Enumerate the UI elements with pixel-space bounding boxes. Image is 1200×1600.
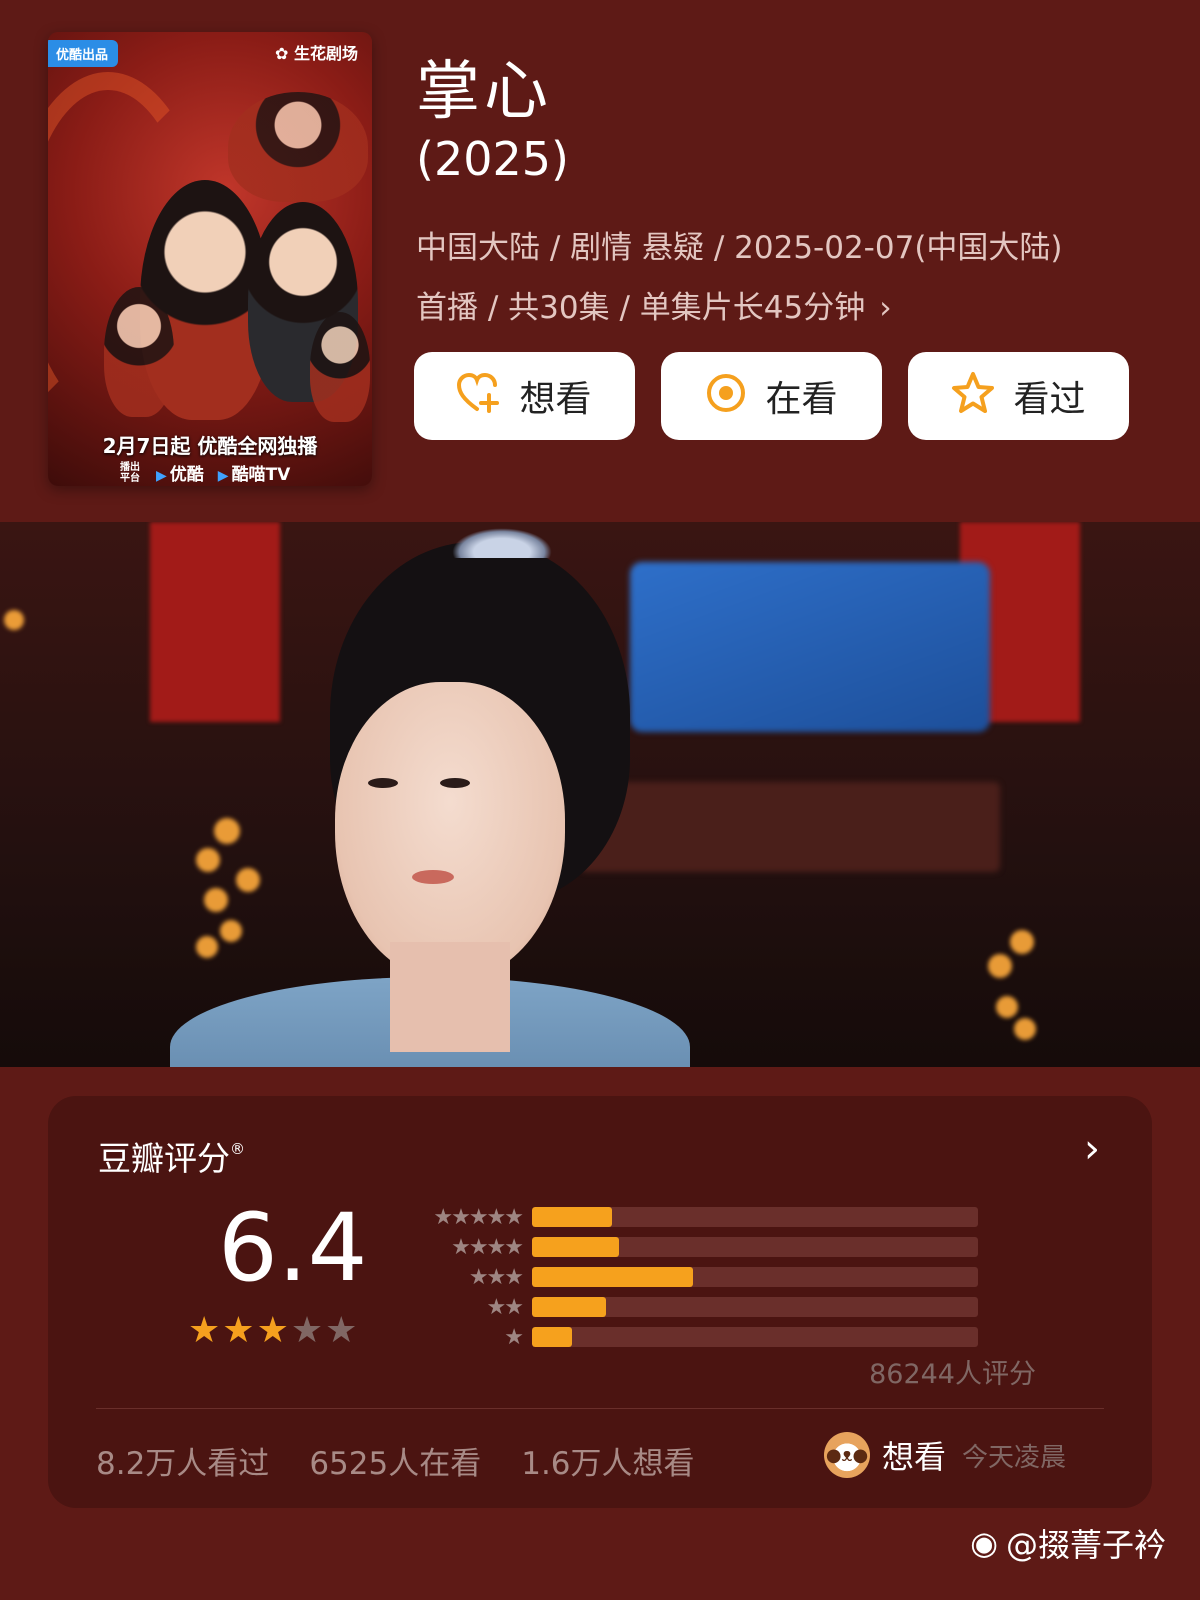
rating-bar-row: ★★ <box>414 1292 978 1322</box>
poster-platform-label: 播出平台 <box>120 461 140 484</box>
registered-mark: ® <box>230 1140 245 1158</box>
star-filled-icon: ★ <box>222 1310 257 1351</box>
rating-heading: 豆瓣评分® <box>98 1139 245 1178</box>
movie-detail-page: 优酷出品 ✿ 生花剧场 2月7日起 优酷全网独播 播出平台 ▶ 优酷 ▶ 酷喵TV … <box>0 0 1200 1600</box>
rating-bar-stars: ★★★★ <box>451 1234 524 1260</box>
stats-row: 8.2万人看过 6525人在看 1.6万人想看 <box>96 1438 695 1483</box>
target-icon <box>705 372 747 421</box>
still-bokeh <box>1010 930 1034 954</box>
still-bokeh <box>996 996 1018 1018</box>
rating-bar-track <box>532 1267 978 1287</box>
watermark-text: @掇菁子衿 <box>1005 1526 1166 1564</box>
chevron-right-icon[interactable]: › <box>1084 1126 1100 1172</box>
watching-button[interactable]: 在看 <box>661 352 882 440</box>
still-hair-ornament <box>452 528 552 558</box>
rating-bar-stars: ★★ <box>486 1294 524 1320</box>
meta-line-2[interactable]: 首播 / 共30集 / 单集片长45分钟 › <box>416 282 892 327</box>
still-bench <box>580 782 1000 872</box>
rating-bar-row: ★★★★ <box>414 1232 978 1262</box>
still-photo[interactable] <box>0 522 1200 1067</box>
avatar: ●ᴥ● <box>824 1432 870 1478</box>
still-bokeh <box>988 954 1012 978</box>
user-activity[interactable]: ●ᴥ● 想看 今天凌晨 <box>824 1432 1066 1478</box>
poster-figure-group <box>228 92 368 202</box>
still-bokeh <box>220 920 242 942</box>
star-icon <box>951 371 995 422</box>
still-lips <box>412 870 454 884</box>
rating-distribution: ★★★★★ ★★★★ ★★★ ★★ ★ <box>414 1202 978 1352</box>
rating-bar-track <box>532 1237 978 1257</box>
rating-bar-fill <box>532 1327 573 1347</box>
rating-bar-row: ★★★★★ <box>414 1202 978 1232</box>
play-icon: ▶ <box>156 468 167 484</box>
still-bokeh <box>1014 1018 1036 1040</box>
meta-line-1: 中国大陆 / 剧情 悬疑 / 2025-02-07(中国大陆) <box>416 230 1063 266</box>
watching-label: 在看 <box>765 379 838 420</box>
poster-figure-right <box>310 312 370 422</box>
poster-platform-1: ▶ 优酷 <box>156 465 204 485</box>
rating-bar-fill <box>532 1297 606 1317</box>
watched-button[interactable]: 看过 <box>908 352 1129 440</box>
want-to-watch-label: 想看 <box>519 379 592 420</box>
rating-bar-stars: ★ <box>504 1324 524 1350</box>
rating-bar-fill <box>532 1237 619 1257</box>
star-filled-icon: ★ <box>256 1310 291 1351</box>
still-neck <box>390 942 510 1052</box>
activity-label: 想看 <box>882 1438 947 1476</box>
rating-bar-track <box>532 1297 978 1317</box>
poster-platform-2: ▶ 酷喵TV <box>217 465 291 485</box>
rating-bar-fill <box>532 1207 613 1227</box>
poster-release-text: 2月7日起 优酷全网独播 <box>102 434 318 458</box>
rating-score: 6.4 <box>218 1194 368 1303</box>
rating-bar-stars: ★★★ <box>468 1264 524 1290</box>
star-filled-icon: ★ <box>188 1310 223 1351</box>
poster-badge-youku: 优酷出品 <box>48 40 119 67</box>
poster-image[interactable]: 优酷出品 ✿ 生花剧场 2月7日起 优酷全网独播 播出平台 ▶ 优酷 ▶ 酷喵TV <box>48 32 372 486</box>
stat-watched: 8.2万人看过 <box>96 1446 270 1482</box>
still-bokeh <box>4 610 24 630</box>
still-face <box>335 682 565 982</box>
still-eye-left <box>368 778 398 788</box>
weibo-icon: ◉ <box>970 1524 998 1562</box>
watched-label: 看过 <box>1013 379 1086 420</box>
release-year: (2025) <box>416 132 569 186</box>
stat-watching: 6525人在看 <box>309 1446 482 1482</box>
rating-bar-fill <box>532 1267 693 1287</box>
rating-bar-row: ★★★ <box>414 1262 978 1292</box>
rating-stars: ★★★★★ <box>188 1310 359 1351</box>
action-buttons: 想看 在看 看过 <box>414 352 1129 440</box>
poster-platforms: 播出平台 ▶ 优酷 ▶ 酷喵TV <box>120 460 291 486</box>
douban-rating-card[interactable]: 豆瓣评分® › 6.4 ★★★★★ ★★★★★ ★★★★ ★★★ ★★ ★ 86244人… <box>48 1096 1152 1508</box>
still-bokeh <box>214 818 240 844</box>
divider <box>96 1408 1104 1409</box>
heart-plus-icon <box>457 372 501 420</box>
page-title: 掌心 <box>416 55 552 129</box>
still-bokeh <box>196 848 220 872</box>
meta-line-2-text: 首播 / 共30集 / 单集片长45分钟 <box>416 290 866 326</box>
still-bokeh <box>204 888 228 912</box>
rating-bar-stars: ★★★★★ <box>433 1204 524 1230</box>
weibo-watermark: ◉ @掇菁子衿 <box>970 1520 1166 1566</box>
star-empty-icon: ★ <box>325 1310 360 1351</box>
play-icon: ▶ <box>217 468 229 484</box>
poster-figure-left <box>104 287 174 417</box>
poster-badge-studio: ✿ 生花剧场 <box>275 44 358 63</box>
rating-count: 86244人评分 <box>869 1359 1036 1390</box>
activity-time: 今天凌晨 <box>962 1442 1067 1473</box>
still-curtain-left <box>150 522 280 722</box>
still-eye-right <box>440 778 470 788</box>
still-bokeh <box>196 936 218 958</box>
rating-bar-row: ★ <box>414 1322 978 1352</box>
still-bokeh <box>236 868 260 892</box>
still-blue-screen <box>630 562 990 732</box>
stat-want: 1.6万人想看 <box>521 1446 695 1482</box>
star-empty-icon: ★ <box>290 1310 326 1351</box>
rating-bar-track <box>532 1327 978 1347</box>
want-to-watch-button[interactable]: 想看 <box>414 352 635 440</box>
chevron-right-icon: › <box>879 290 892 326</box>
rating-bar-track <box>532 1207 978 1227</box>
